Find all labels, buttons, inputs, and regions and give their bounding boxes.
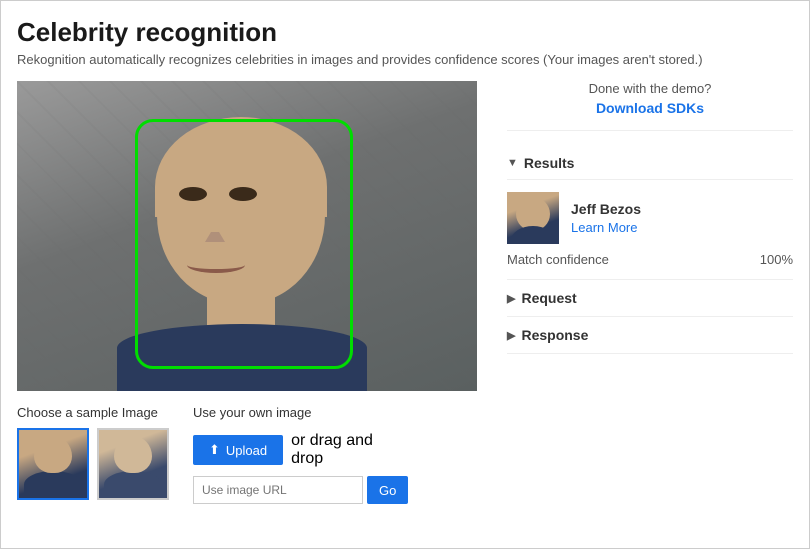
or-text: or drag and [291, 432, 373, 449]
celeb-info: Jeff Bezos Learn More [571, 201, 641, 235]
celebrity-row: Jeff Bezos Learn More [507, 192, 793, 244]
thumb2-face [99, 430, 167, 498]
eye-right [229, 187, 257, 201]
page-title: Celebrity recognition [17, 17, 793, 48]
samples-section: Choose a sample Image [17, 405, 477, 504]
request-header[interactable]: ▶ Request [507, 280, 793, 316]
left-panel: Choose a sample Image [17, 81, 477, 504]
done-text: Done with the demo? [507, 81, 793, 96]
url-input[interactable] [193, 476, 363, 504]
choose-label: Choose a sample Image [17, 405, 169, 420]
learn-more-link[interactable]: Learn More [571, 220, 641, 235]
face-shape [127, 109, 357, 389]
thumb1-face [19, 430, 87, 498]
thumb2-body [104, 471, 162, 498]
main-layout: Choose a sample Image [17, 81, 793, 504]
own-image-label: Use your own image [193, 405, 408, 420]
request-label: Request [521, 290, 576, 306]
request-section: ▶ Request [507, 280, 793, 317]
url-row: Go [193, 476, 408, 504]
nose [205, 214, 225, 242]
response-arrow-icon: ▶ [507, 329, 515, 342]
match-label: Match confidence [507, 252, 609, 267]
sample-thumb-2[interactable] [97, 428, 169, 500]
main-image-container [17, 81, 477, 391]
upload-row: ⬆ Upload or drag and drop [193, 432, 408, 468]
mouth [187, 257, 245, 273]
upload-icon: ⬆ [209, 442, 220, 458]
results-section-header[interactable]: ▼ Results [507, 147, 793, 180]
sample-images [17, 428, 169, 500]
results-arrow-icon: ▼ [507, 157, 518, 169]
response-header[interactable]: ▶ Response [507, 317, 793, 353]
confidence-row: Match confidence 100% [507, 252, 793, 267]
results-label: Results [524, 155, 575, 171]
page-subtitle: Rekognition automatically recognizes cel… [17, 52, 793, 67]
go-button[interactable]: Go [367, 476, 408, 504]
match-value: 100% [760, 252, 793, 267]
sample-thumb-1[interactable] [17, 428, 89, 500]
download-sdks-link[interactable]: Download SDKs [596, 100, 704, 116]
choose-sample-group: Choose a sample Image [17, 405, 169, 500]
thumb2-head [114, 436, 152, 473]
upload-button[interactable]: ⬆ Upload [193, 435, 283, 465]
eye-left [179, 187, 207, 201]
face-background [17, 81, 477, 391]
celeb-thumbnail [507, 192, 559, 244]
thumb1-head [34, 436, 72, 473]
request-arrow-icon: ▶ [507, 292, 515, 305]
response-section: ▶ Response [507, 317, 793, 354]
head-oval [157, 119, 325, 304]
celeb-thumb-body [511, 226, 555, 244]
sdk-section: Done with the demo? Download SDKs [507, 81, 793, 131]
drop-text: drop [291, 450, 323, 467]
response-label: Response [521, 327, 588, 343]
right-panel: Done with the demo? Download SDKs ▼ Resu… [497, 81, 793, 504]
celebrity-name: Jeff Bezos [571, 201, 641, 217]
results-content: Jeff Bezos Learn More Match confidence 1… [507, 180, 793, 280]
own-image-section: Use your own image ⬆ Upload or drag and … [193, 405, 408, 504]
app-window: Celebrity recognition Rekognition automa… [0, 0, 810, 549]
body [117, 324, 367, 391]
thumb1-body [24, 471, 82, 498]
upload-label: Upload [226, 443, 267, 458]
or-drag-drop: or drag and drop [291, 432, 373, 468]
